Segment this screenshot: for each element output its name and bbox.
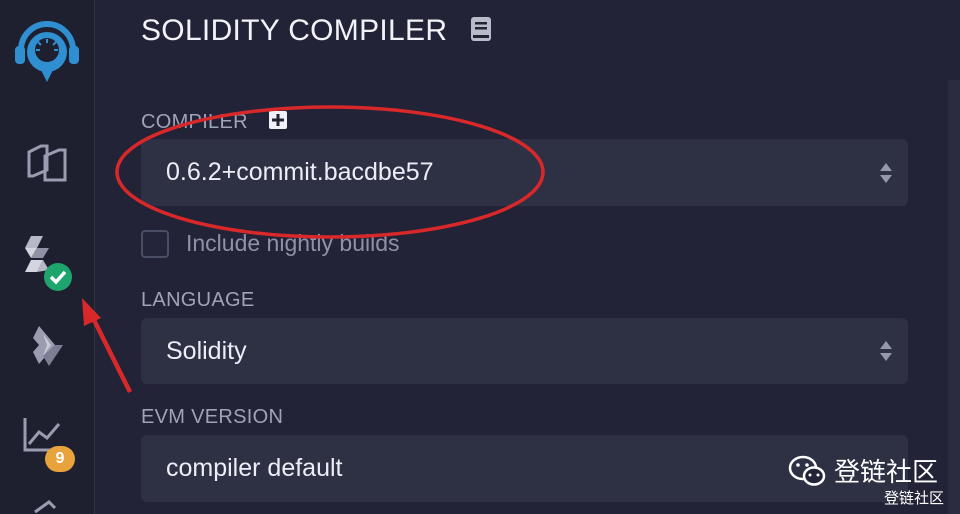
panel-scrollbar[interactable]: [948, 80, 960, 514]
language-label: LANGUAGE: [141, 289, 255, 311]
watermark-small-text: 登链社区: [884, 489, 945, 507]
analytics-badge: 9: [45, 446, 75, 472]
compiler-label: COMPILER: [141, 110, 288, 134]
page-title: SOLIDITY COMPILER: [141, 14, 492, 48]
nightly-builds-checkbox[interactable]: [141, 230, 169, 258]
book-icon[interactable]: [470, 16, 492, 42]
compiler-version-select[interactable]: 0.6.2+commit.bacdbe57: [141, 139, 908, 206]
wechat-icon: [788, 455, 826, 486]
compiler-label-text: COMPILER: [141, 111, 248, 133]
nightly-builds-label: Include nightly builds: [186, 230, 400, 256]
plus-square-icon[interactable]: [268, 110, 288, 130]
compiler-panel: SOLIDITY COMPILER COMPILER 0.6.2+commit.…: [95, 0, 960, 514]
select-arrows-icon: [880, 341, 892, 361]
deploy-run-icon[interactable]: [0, 322, 94, 368]
evm-version-label: EVM VERSION: [141, 406, 284, 428]
debugger-icon[interactable]: [0, 498, 94, 514]
evm-version-value: compiler default: [166, 454, 343, 482]
language-value: Solidity: [166, 336, 247, 365]
file-explorer-icon[interactable]: [0, 142, 94, 186]
icon-sidebar: 9: [0, 0, 95, 514]
watermark: 登链社区: [788, 452, 938, 489]
page-title-text: SOLIDITY COMPILER: [141, 14, 448, 47]
remix-logo-icon[interactable]: [0, 12, 94, 84]
watermark-text: 登链社区: [834, 458, 939, 488]
language-select[interactable]: Solidity: [141, 318, 908, 384]
solidity-compiler-icon[interactable]: [0, 232, 94, 292]
analytics-icon[interactable]: 9: [0, 412, 94, 472]
compiler-version-value: 0.6.2+commit.bacdbe57: [166, 158, 434, 186]
check-badge-icon: [44, 263, 72, 291]
select-arrows-icon: [880, 162, 892, 183]
